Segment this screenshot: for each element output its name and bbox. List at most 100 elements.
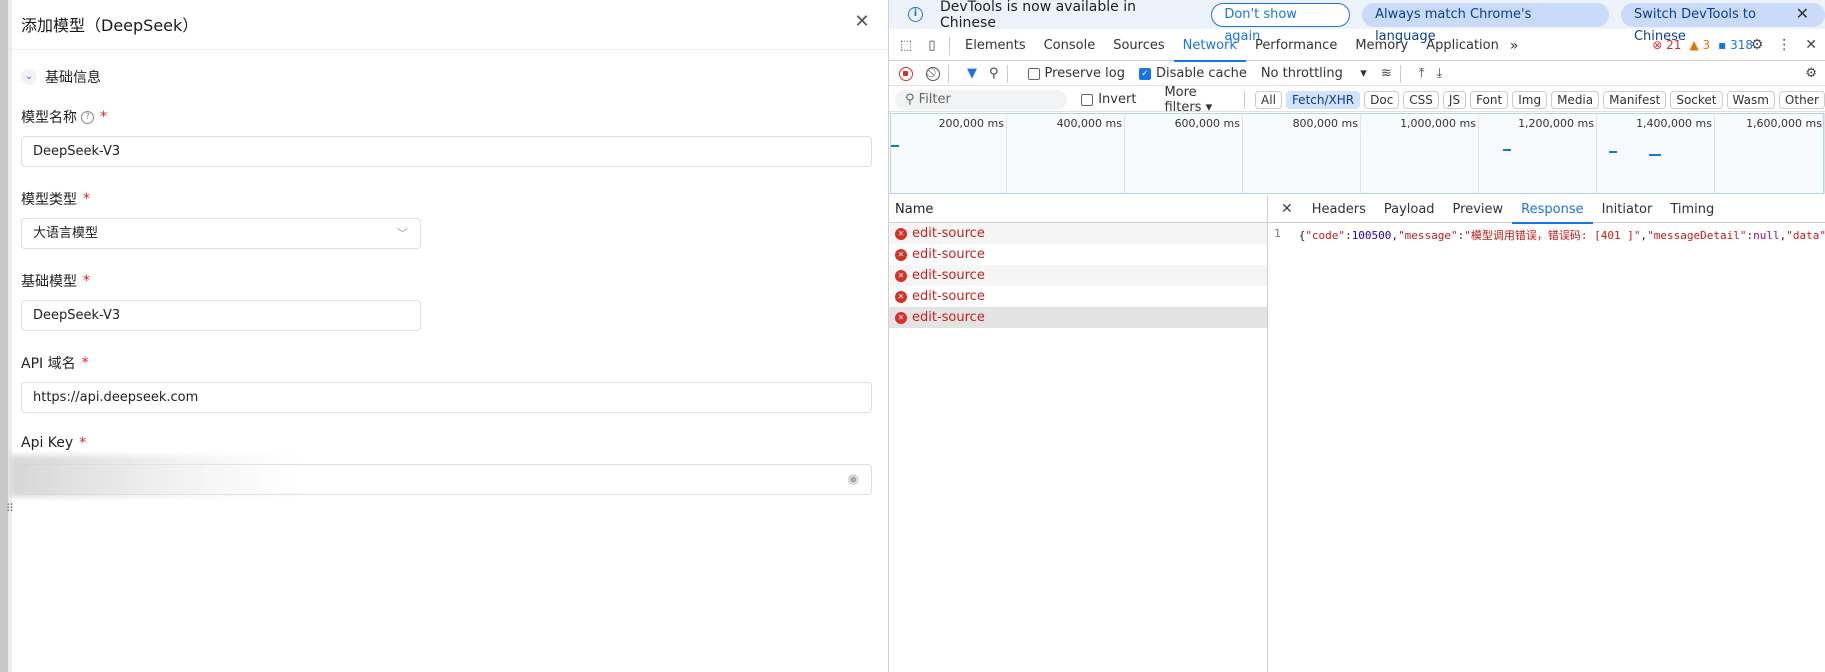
search-icon[interactable]: ⚲	[989, 66, 999, 81]
devtools-window-controls: ⚙ ⋮ ✕	[1751, 37, 1817, 53]
model-name-label: 模型名称 ? *	[21, 107, 107, 127]
tab-payload[interactable]: Payload	[1375, 196, 1444, 223]
close-icon[interactable]: ✕	[1805, 37, 1817, 53]
json-null: null	[1753, 229, 1780, 242]
error-counter: ⊗ 21	[1652, 38, 1682, 52]
export-har-icon[interactable]: ⤓	[1436, 66, 1442, 81]
tab-timing[interactable]: Timing	[1661, 196, 1723, 223]
timeline-tick-label: 1,200,000 ms	[1518, 117, 1594, 130]
network-overview-timeline[interactable]: 200,000 ms 400,000 ms 600,000 ms 800,000…	[889, 113, 1825, 194]
base-model-label: 基础模型 *	[21, 271, 90, 291]
gear-icon[interactable]: ⚙	[1751, 37, 1764, 53]
request-row[interactable]: ✕ edit-source	[889, 244, 1267, 265]
inspect-element-icon[interactable]: ⬚	[897, 37, 915, 55]
device-toolbar-icon[interactable]: ▯	[923, 37, 941, 55]
preserve-log-checkbox[interactable]: Preserve log	[1027, 66, 1125, 81]
import-har-icon[interactable]: ⤒	[1419, 66, 1425, 81]
request-row[interactable]: ✕ edit-source	[889, 265, 1267, 286]
disable-cache-checkbox[interactable]: ✓ Disable cache	[1138, 66, 1247, 81]
always-match-language-button[interactable]: Always match Chrome's language	[1362, 2, 1609, 44]
request-detail: ✕ Headers Payload Preview Response Initi…	[1269, 196, 1825, 672]
tab-headers[interactable]: Headers	[1303, 196, 1375, 223]
filter-type-css[interactable]: CSS	[1403, 90, 1439, 109]
error-icon: ✕	[895, 311, 907, 324]
section-basic-info[interactable]: ⌄ 基础信息	[21, 67, 101, 87]
close-icon[interactable]: ✕	[1281, 201, 1293, 217]
timeline-tick-label: 200,000 ms	[938, 117, 1004, 130]
timeline-tick: 600,000 ms	[1175, 113, 1243, 194]
filter-input[interactable]: ⚲ Filter	[895, 89, 1068, 110]
more-filters-dropdown[interactable]: More filters ▾	[1164, 85, 1236, 115]
error-icon: ✕	[895, 290, 907, 303]
tab-console[interactable]: Console	[1035, 31, 1105, 61]
filter-type-img[interactable]: Img	[1512, 90, 1548, 109]
tab-elements[interactable]: Elements	[956, 31, 1035, 61]
dont-show-again-button[interactable]: Don't show again	[1211, 2, 1351, 44]
model-name-input[interactable]: DeepSeek-V3	[21, 136, 872, 167]
more-tabs-icon[interactable]: »	[1510, 38, 1519, 54]
help-icon[interactable]: ?	[81, 110, 94, 124]
filter-type-media[interactable]: Media	[1551, 90, 1600, 109]
switch-to-chinese-button[interactable]: Switch DevTools to Chinese	[1620, 2, 1825, 44]
network-conditions-icon[interactable]: ≋	[1381, 66, 1392, 81]
filter-type-other[interactable]: Other	[1778, 90, 1825, 109]
section-title: 基础信息	[45, 70, 101, 86]
tab-sources[interactable]: Sources	[1104, 31, 1173, 61]
filter-type-js[interactable]: JS	[1442, 90, 1467, 109]
timeline-request-bar	[1503, 149, 1511, 151]
filter-bar: ⚲ Filter Invert More filters ▾ All Fetch…	[889, 85, 1825, 115]
filter-type-socket[interactable]: Socket	[1670, 90, 1723, 109]
filter-type-font[interactable]: Font	[1470, 90, 1509, 109]
request-row[interactable]: ✕ edit-source	[889, 223, 1267, 244]
timeline-tick: 1,400,000 ms	[1636, 113, 1715, 194]
tab-performance[interactable]: Performance	[1246, 31, 1346, 61]
request-list: Name ✕ edit-source ✕ edit-source ✕ edit-sou…	[889, 196, 1268, 672]
redacted-blur	[10, 455, 300, 497]
filter-type-all[interactable]: All	[1255, 90, 1282, 109]
message-counter: ▪ 318	[1718, 38, 1753, 52]
filter-icon[interactable]: ▼	[967, 66, 977, 81]
close-icon[interactable]: ✕	[852, 12, 872, 32]
response-body[interactable]: 1 {"code":100500,"message":"模型调用错误，错误码: …	[1269, 227, 1825, 243]
api-domain-input[interactable]: https://api.deepseek.com	[21, 382, 872, 413]
checkbox-box	[1081, 93, 1094, 106]
tab-network[interactable]: Network	[1173, 31, 1247, 62]
throttling-select[interactable]: No throttling ▾	[1261, 66, 1367, 81]
filter-type-manifest[interactable]: Manifest	[1603, 90, 1667, 109]
clear-icon[interactable]: ⃠	[926, 66, 940, 81]
record-icon[interactable]	[899, 66, 913, 81]
tab-initiator[interactable]: Initiator	[1593, 196, 1662, 223]
kebab-menu-icon[interactable]: ⋮	[1777, 37, 1791, 53]
tab-memory[interactable]: Memory	[1346, 31, 1417, 61]
request-row[interactable]: ✕ edit-source	[889, 286, 1267, 307]
drag-handle-icon[interactable]: ⠿	[6, 503, 14, 514]
close-icon[interactable]: ✕	[1796, 4, 1809, 23]
tab-preview[interactable]: Preview	[1444, 196, 1513, 223]
eye-icon[interactable]: ◉	[848, 465, 859, 494]
timeline-tick: 1,000,000 ms	[1400, 113, 1479, 194]
detail-tabbar: ✕ Headers Payload Preview Response Initi…	[1269, 196, 1825, 224]
message-count: 318	[1730, 38, 1753, 52]
name-column-header[interactable]: Name	[889, 196, 1267, 223]
api-key-label: Api Key *	[21, 435, 86, 451]
issue-counters[interactable]: ⊗ 21 ▲ 3 ▪ 318	[1652, 38, 1753, 52]
more-filters-label: More filters	[1164, 84, 1202, 115]
request-row-selected[interactable]: ✕ edit-source	[889, 307, 1267, 328]
filter-type-fetch-xhr[interactable]: Fetch/XHR	[1285, 90, 1361, 109]
caret-down-icon: ▾	[1360, 66, 1367, 81]
invert-checkbox[interactable]: Invert	[1081, 92, 1136, 107]
filter-type-wasm[interactable]: Wasm	[1726, 90, 1775, 109]
gear-icon[interactable]: ⚙	[1805, 66, 1817, 81]
model-type-select[interactable]: 大语言模型 ﹀	[21, 218, 421, 249]
tab-application[interactable]: Application	[1417, 31, 1508, 61]
divider	[1399, 64, 1401, 83]
json-string: "模型调用错误，错误码: [401 ]"	[1464, 229, 1641, 242]
infobar-message: DevTools is now available in Chinese	[940, 0, 1136, 31]
filter-type-doc[interactable]: Doc	[1364, 90, 1400, 109]
json-punct: :	[1345, 229, 1352, 242]
json-key: "messageDetail"	[1647, 229, 1747, 242]
language-infobar: i DevTools is now available in Chinese D…	[889, 0, 1825, 44]
base-model-input[interactable]: DeepSeek-V3	[21, 300, 421, 331]
tab-response[interactable]: Response	[1512, 196, 1594, 224]
checkbox-checked-icon: ✓	[1138, 67, 1151, 80]
